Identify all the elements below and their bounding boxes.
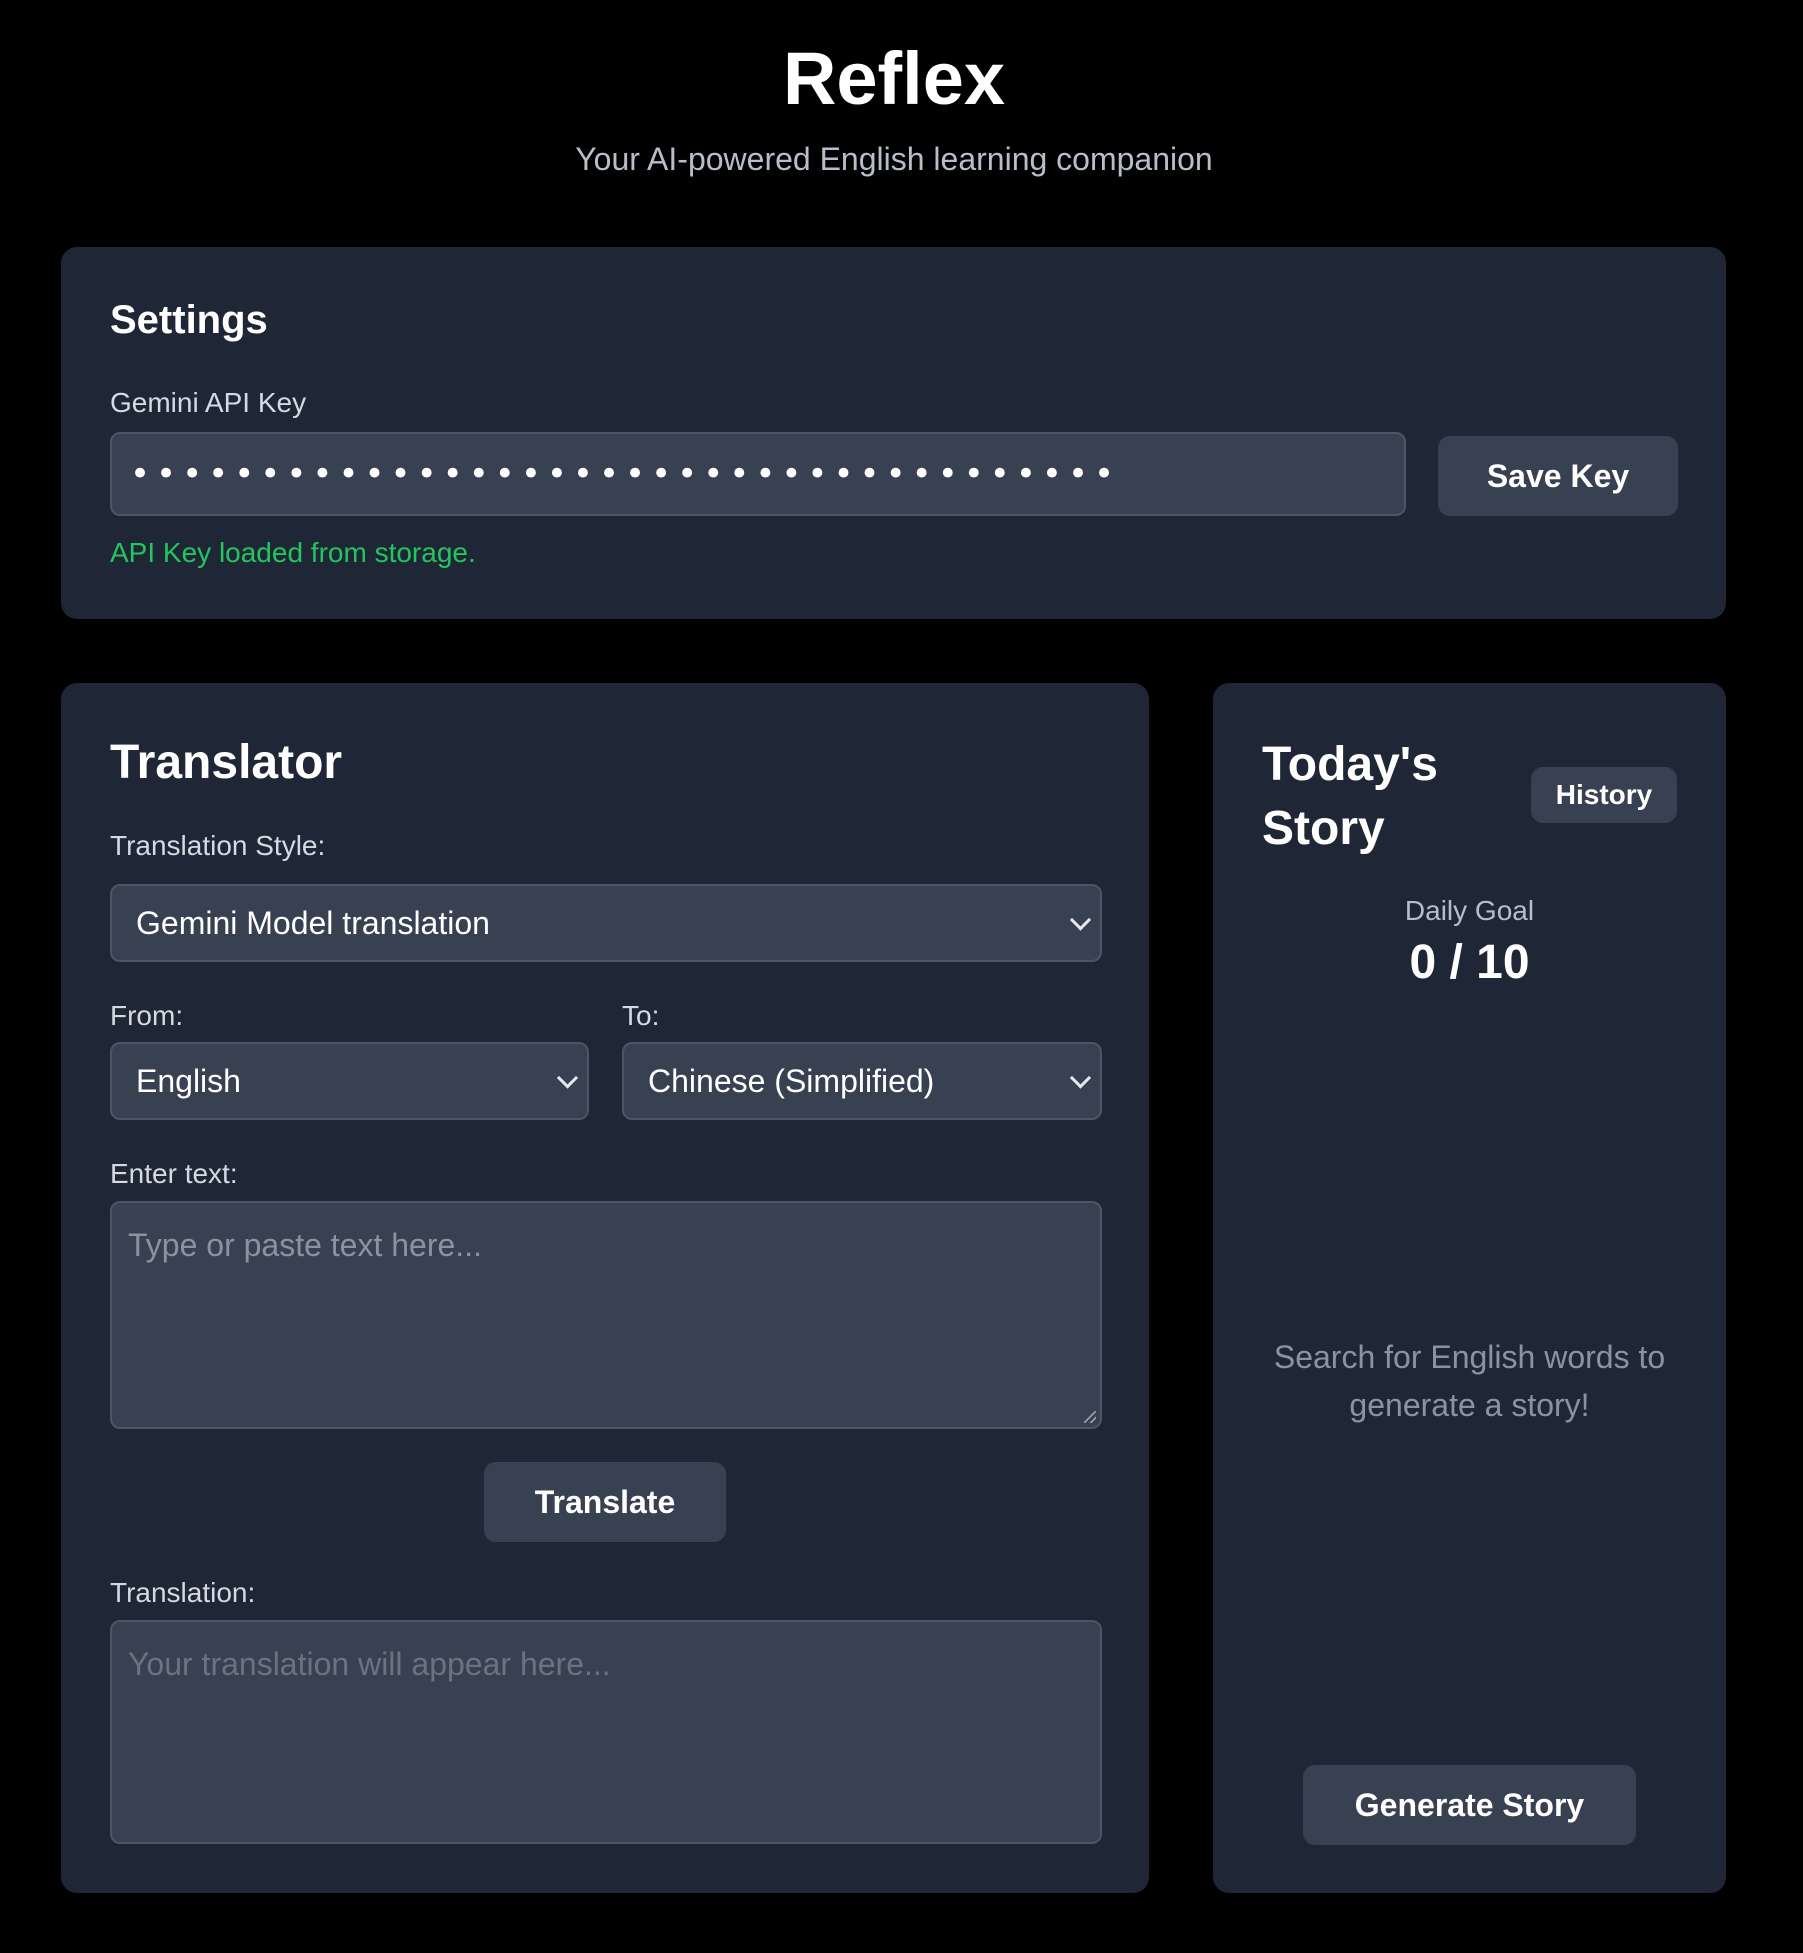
history-button[interactable]: History: [1531, 767, 1677, 823]
translator-title: Translator: [110, 736, 343, 789]
story-card: Today's Story History Daily Goal 0 / 10 …: [1213, 683, 1726, 1893]
settings-card: Settings Gemini API Key ••••••••••••••••…: [61, 247, 1726, 619]
api-key-input[interactable]: ••••••••••••••••••••••••••••••••••••••: [110, 432, 1406, 516]
to-label: To:: [622, 1000, 660, 1031]
to-language-select[interactable]: Chinese (Simplified): [622, 1042, 1102, 1120]
chevron-down-icon: [1069, 1067, 1092, 1089]
translation-label: Translation:: [110, 1577, 256, 1608]
translation-style-label: Translation Style:: [110, 830, 326, 861]
translate-button[interactable]: Translate: [484, 1462, 726, 1542]
story-title: Today's Story: [1262, 738, 1438, 855]
api-key-label: Gemini API Key: [110, 387, 307, 418]
translation-output: Your translation will appear here...: [110, 1620, 1102, 1844]
save-key-button[interactable]: Save Key: [1438, 436, 1678, 516]
source-text-placeholder: Type or paste text here...: [128, 1227, 482, 1263]
story-empty-message: Search for English words to generate a s…: [1273, 1339, 1666, 1423]
enter-text-label: Enter text:: [110, 1158, 238, 1189]
translation-style-value: Gemini Model translation: [136, 905, 490, 941]
translation-style-select[interactable]: Gemini Model translation: [110, 884, 1102, 962]
from-language-select[interactable]: English: [110, 1042, 589, 1120]
translation-placeholder: Your translation will appear here...: [128, 1646, 611, 1682]
generate-story-button[interactable]: Generate Story: [1303, 1765, 1636, 1845]
daily-goal-value: 0 / 10: [1409, 936, 1530, 989]
chevron-down-icon: [1069, 909, 1092, 931]
settings-title: Settings: [110, 298, 268, 342]
daily-goal-label: Daily Goal: [1404, 895, 1535, 926]
from-label: From:: [110, 1000, 184, 1031]
from-language-value: English: [136, 1063, 241, 1099]
resize-handle-icon[interactable]: [1084, 1411, 1096, 1423]
app-subtitle: Your AI-powered English learning compani…: [575, 141, 1213, 177]
api-key-status: API Key loaded from storage.: [110, 537, 476, 568]
source-text-input[interactable]: Type or paste text here...: [110, 1201, 1102, 1429]
translator-card: Translator Translation Style: Gemini Mod…: [61, 683, 1149, 1893]
app-title: Reflex: [782, 37, 1006, 120]
to-language-value: Chinese (Simplified): [648, 1063, 935, 1099]
chevron-down-icon: [556, 1067, 579, 1089]
